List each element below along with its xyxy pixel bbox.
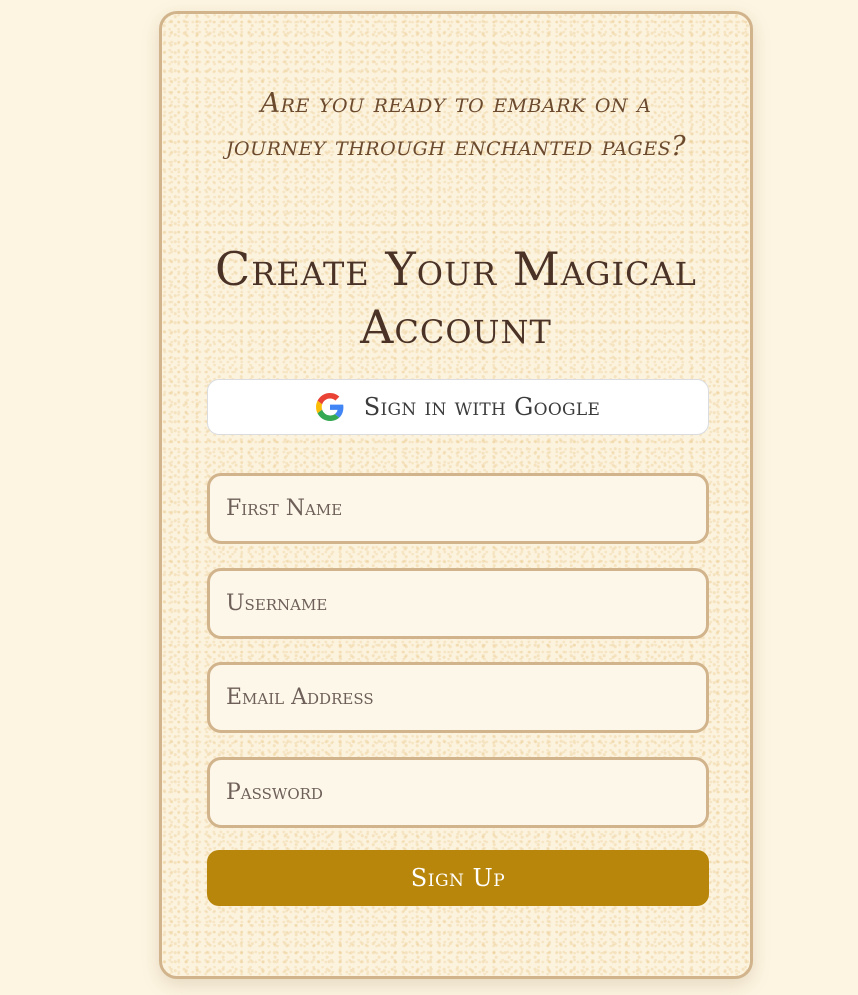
username-input[interactable] — [207, 568, 709, 639]
google-g-icon — [315, 393, 344, 421]
google-signin-label: Sign in with Google — [363, 393, 601, 421]
first-name-input[interactable] — [207, 473, 709, 544]
email-input[interactable] — [207, 662, 709, 733]
sign-up-button[interactable]: Sign Up — [207, 850, 709, 906]
password-input[interactable] — [207, 757, 709, 828]
page-title: Create Your Magical Account — [215, 242, 697, 354]
tagline: Are you ready to embark on a journey thr… — [225, 88, 687, 162]
signup-card: Are you ready to embark on a journey thr… — [159, 11, 753, 979]
google-signin-button[interactable]: Sign in with Google — [207, 379, 709, 435]
